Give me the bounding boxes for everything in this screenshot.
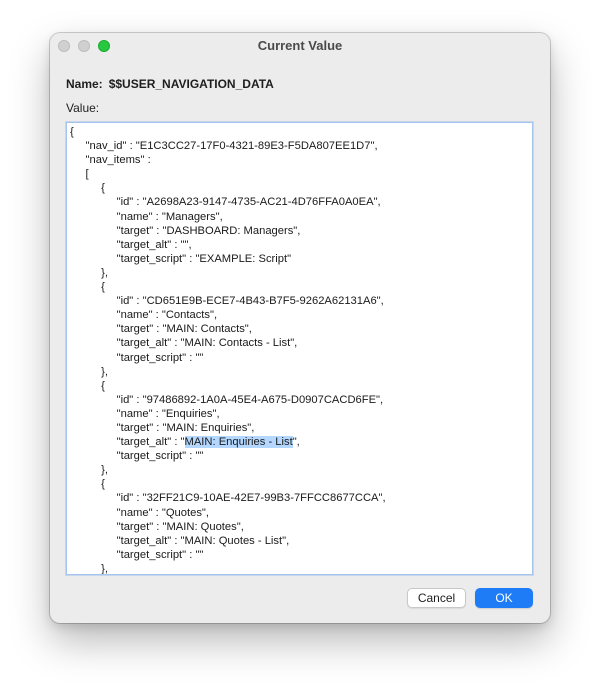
value-text-after-selection: ", "target_script" : "" }, { "id" : "32F… bbox=[101, 436, 386, 575]
value-text-area[interactable]: { "nav_id" : "E1C3CC27-17F0-4321-89E3-F5… bbox=[66, 122, 533, 575]
value-text: { "nav_id" : "E1C3CC27-17F0-4321-89E3-F5… bbox=[67, 123, 532, 575]
name-value: $$USER_NAVIGATION_DATA bbox=[108, 77, 274, 91]
ok-button[interactable]: OK bbox=[475, 588, 533, 608]
current-value-dialog: Current Value Name: $$USER_NAVIGATION_DAT… bbox=[50, 33, 550, 623]
text-selection: MAIN: Enquiries - List bbox=[184, 436, 293, 449]
value-text-before-selection: { "nav_id" : "E1C3CC27-17F0-4321-89E3-F5… bbox=[70, 126, 384, 449]
title-bar: Current Value bbox=[50, 33, 550, 59]
cancel-button[interactable]: Cancel bbox=[407, 588, 466, 608]
name-label: Name: bbox=[66, 77, 103, 91]
name-row: Name: $$USER_NAVIGATION_DATA bbox=[66, 77, 274, 91]
value-label: Value: bbox=[66, 101, 100, 115]
window-title: Current Value bbox=[257, 38, 343, 53]
